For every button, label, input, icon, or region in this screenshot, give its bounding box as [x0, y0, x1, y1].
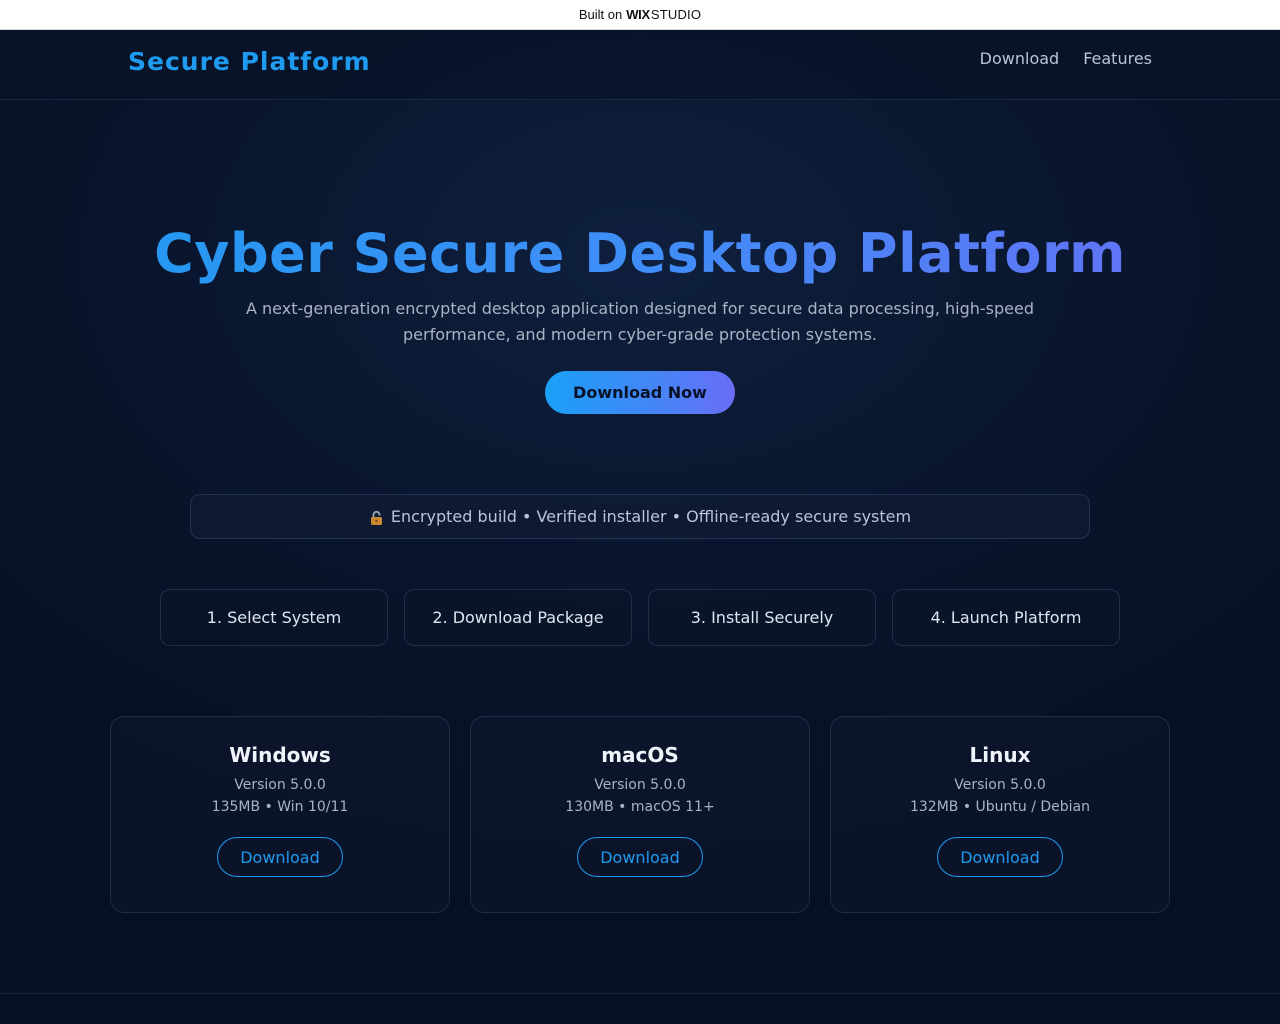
platform-version: Version 5.0.0: [954, 777, 1046, 793]
platform-version: Version 5.0.0: [594, 777, 686, 793]
lock-icon: [369, 510, 385, 526]
platform-name: Windows: [229, 743, 331, 767]
main-nav: Download Features: [980, 49, 1152, 68]
platform-card-macos: macOS Version 5.0.0 130MB • macOS 11+ Do…: [470, 716, 810, 913]
wix-studio-banner[interactable]: Built on WIX STUDIO: [0, 0, 1280, 30]
platform-card-windows: Windows Version 5.0.0 135MB • Win 10/11 …: [110, 716, 450, 913]
platform-meta: 132MB • Ubuntu / Debian: [909, 799, 1091, 815]
nav-link-features[interactable]: Features: [1083, 49, 1152, 68]
nav-link-download[interactable]: Download: [980, 49, 1060, 68]
step-select-system: 1. Select System: [160, 589, 388, 646]
footer-divider: [0, 993, 1280, 994]
platform-card-linux: Linux Version 5.0.0 132MB • Ubuntu / Deb…: [830, 716, 1170, 913]
step-install-securely: 3. Install Securely: [648, 589, 876, 646]
hero-title: Cyber Secure Desktop Platform: [0, 222, 1280, 285]
download-linux-button[interactable]: Download: [937, 837, 1063, 877]
step-launch-platform: 4. Launch Platform: [892, 589, 1120, 646]
install-steps: 1. Select System 2. Download Package 3. …: [160, 589, 1120, 646]
platform-name: Linux: [969, 743, 1031, 767]
download-now-button[interactable]: Download Now: [545, 371, 735, 414]
banner-wix-logo: WIX: [626, 7, 650, 22]
platform-name: macOS: [601, 743, 679, 767]
step-download-package: 2. Download Package: [404, 589, 632, 646]
download-macos-button[interactable]: Download: [577, 837, 703, 877]
trust-strip: Encrypted build • Verified installer • O…: [190, 494, 1090, 539]
banner-built-on-text: Built on: [578, 7, 623, 22]
platform-cards: Windows Version 5.0.0 135MB • Win 10/11 …: [110, 716, 1170, 913]
banner-studio-text: STUDIO: [650, 7, 702, 22]
platform-version: Version 5.0.0: [234, 777, 326, 793]
platform-meta: 135MB • Win 10/11: [211, 799, 349, 815]
platform-meta: 130MB • macOS 11+: [565, 799, 715, 815]
site-logo[interactable]: Secure Platform: [128, 47, 371, 76]
hero-subtitle: A next-generation encrypted desktop appl…: [246, 299, 1034, 344]
site-header: Secure Platform Download Features: [0, 30, 1280, 100]
trust-text: Encrypted build • Verified installer • O…: [390, 507, 912, 526]
download-windows-button[interactable]: Download: [217, 837, 343, 877]
